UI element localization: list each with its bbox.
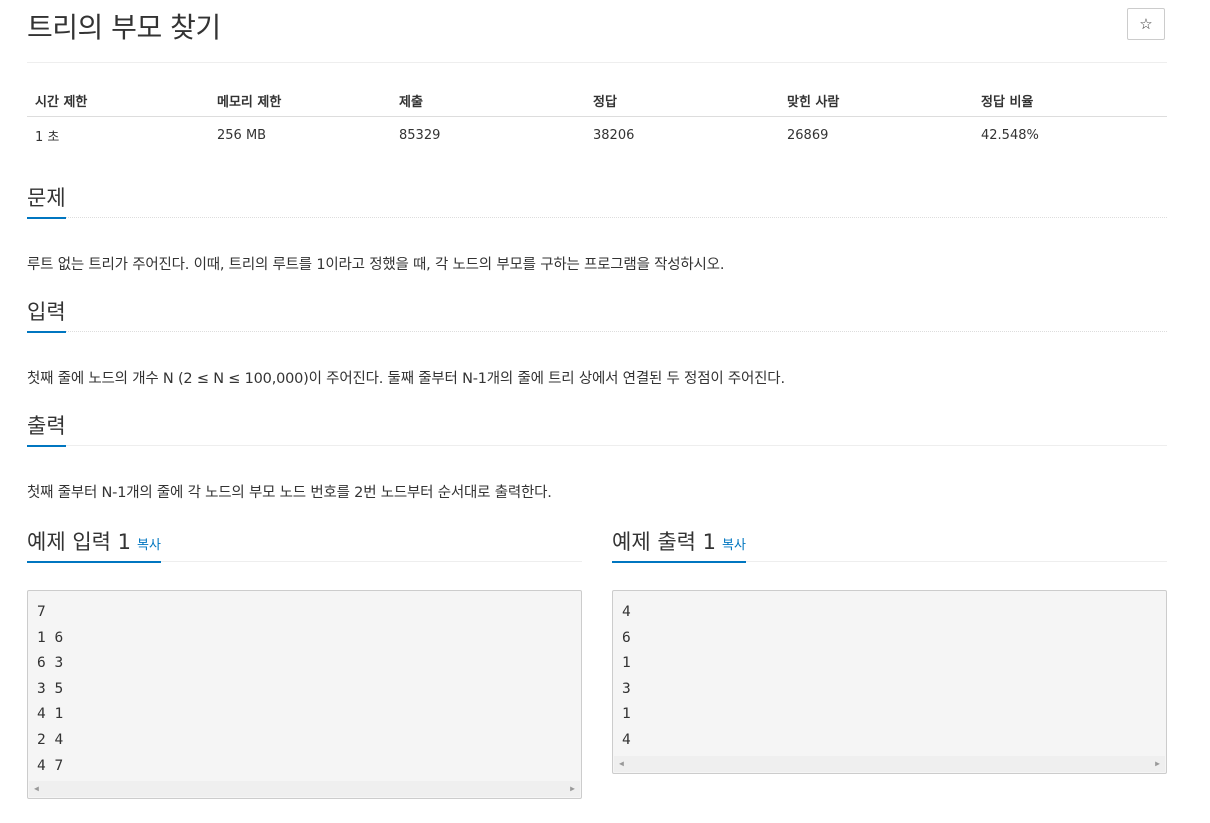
value-solvers[interactable]: 26869 — [779, 117, 973, 154]
info-header-row: 시간 제한 메모리 제한 제출 정답 맞힌 사람 정답 비율 — [27, 84, 1167, 117]
input-heading: 입력 — [27, 299, 66, 334]
sample-output-box[interactable]: 4 6 1 3 1 4 ◀ ▶ — [612, 590, 1167, 774]
header-submissions: 제출 — [391, 84, 585, 117]
input-description: 첫째 줄에 노드의 개수 N (2 ≤ N ≤ 100,000)이 주어진다. … — [27, 371, 785, 387]
sample-input-header: 예제 입력 1 복사 — [27, 529, 582, 564]
sample-output-heading: 예제 출력 1 — [612, 530, 716, 554]
page-title: 트리의 부모 찾기 — [27, 11, 221, 44]
info-value-row: 1 초 256 MB 85329 38206 26869 42.548% — [27, 117, 1167, 154]
scroll-left-icon[interactable]: ◀ — [619, 759, 624, 768]
scroll-left-icon[interactable]: ◀ — [34, 784, 39, 793]
sample-input-content: 7 1 6 6 3 3 5 4 1 2 4 4 7 — [37, 604, 64, 774]
problem-info-table: 시간 제한 메모리 제한 제출 정답 맞힌 사람 정답 비율 1 초 256 M… — [27, 84, 1167, 153]
value-time-limit: 1 초 — [35, 129, 60, 145]
problem-section-header: 문제 — [27, 185, 1167, 220]
header-ratio: 정답 비율 — [973, 84, 1167, 117]
output-heading: 출력 — [27, 413, 66, 448]
problem-description: 루트 없는 트리가 주어진다. 이때, 트리의 루트를 1이라고 정했을 때, … — [27, 257, 725, 273]
value-submissions[interactable]: 85329 — [391, 117, 585, 154]
sample-output-copy-button[interactable]: 복사 — [722, 538, 746, 553]
star-button[interactable]: ☆ — [1127, 8, 1165, 40]
sample-input-scrollbar[interactable]: ◀ ▶ — [29, 781, 580, 798]
scroll-right-icon[interactable]: ▶ — [570, 784, 575, 793]
sample-output-content: 4 6 1 3 1 4 — [622, 604, 631, 748]
problem-heading: 문제 — [27, 185, 66, 220]
title-divider — [27, 62, 1167, 63]
star-icon: ☆ — [1139, 16, 1153, 33]
header-solvers: 맞힌 사람 — [779, 84, 973, 117]
value-ratio: 42.548% — [981, 127, 1039, 143]
sample-output-header: 예제 출력 1 복사 — [612, 529, 1167, 564]
sample-input-box[interactable]: 7 1 6 6 3 3 5 4 1 2 4 4 7 ◀ ▶ — [27, 590, 582, 800]
output-section-header: 출력 — [27, 413, 1167, 448]
scroll-right-icon[interactable]: ▶ — [1155, 759, 1160, 768]
sample-input-heading: 예제 입력 1 — [27, 530, 131, 554]
output-description: 첫째 줄부터 N-1개의 줄에 각 노드의 부모 노드 번호를 2번 노드부터 … — [27, 485, 552, 501]
header-memory-limit: 메모리 제한 — [209, 84, 391, 117]
value-memory-limit: 256 MB — [217, 127, 267, 143]
header-time-limit: 시간 제한 — [27, 84, 209, 117]
header-accepted: 정답 — [585, 84, 779, 117]
sample-output-scrollbar[interactable]: ◀ ▶ — [614, 755, 1165, 772]
input-section-header: 입력 — [27, 299, 1167, 334]
value-accepted[interactable]: 38206 — [585, 117, 779, 154]
sample-input-copy-button[interactable]: 복사 — [137, 538, 161, 553]
